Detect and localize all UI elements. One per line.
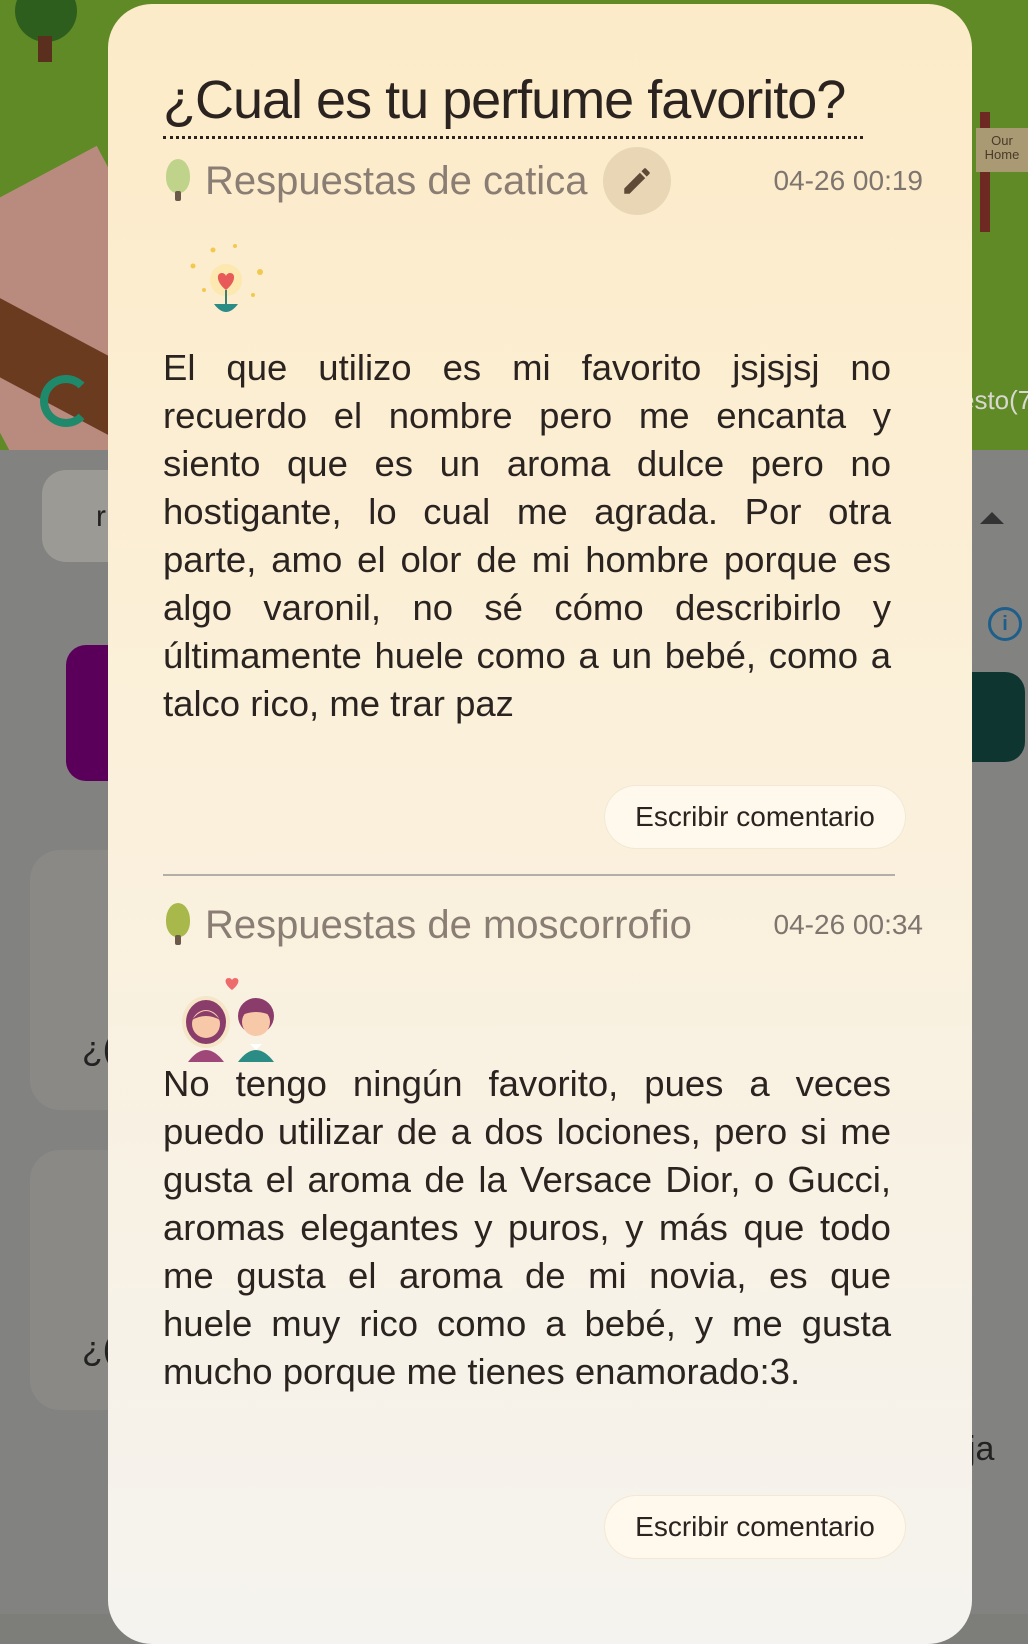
write-comment-button[interactable]: Escribir comentario [605,786,905,848]
sprout-face-icon [163,903,193,947]
answers-modal: ¿Cual es tu perfume favorito? Respuestas… [108,4,972,1644]
our-home-sign[interactable]: Our Home [976,128,1028,172]
answer-text: No tengo ningún favorito, pues a veces p… [163,1063,891,1392]
answer-header: Respuestas de catica 04-26 00:19 [163,146,923,216]
answer-divider [163,874,895,876]
answer-date: 04-26 00:34 [773,909,923,940]
edit-button[interactable] [603,147,672,215]
heart-flower-sparkle-icon [178,240,268,335]
background-partial-text: r [96,500,106,533]
answer-header: Respuestas de moscorrofio 04-26 00:34 [163,890,923,960]
caret-up-icon[interactable] [980,512,1004,524]
refresh-icon[interactable] [40,375,92,427]
answer-date: 04-26 00:19 [773,165,923,196]
couple-heart-icon [174,976,284,1071]
answer-text: El que utilizo es mi favorito jsjsjsj no… [163,347,891,724]
answer-author[interactable]: Respuestas de moscorrofio [205,903,692,948]
info-icon[interactable]: i [988,607,1022,641]
pencil-icon [624,168,651,194]
tree-trunk [38,36,52,62]
answer-author[interactable]: Respuestas de catica [205,159,587,204]
sprout-question-icon [163,159,193,203]
write-comment-button[interactable]: Escribir comentario [605,1496,905,1558]
question-title: ¿Cual es tu perfume favorito? [163,64,863,139]
